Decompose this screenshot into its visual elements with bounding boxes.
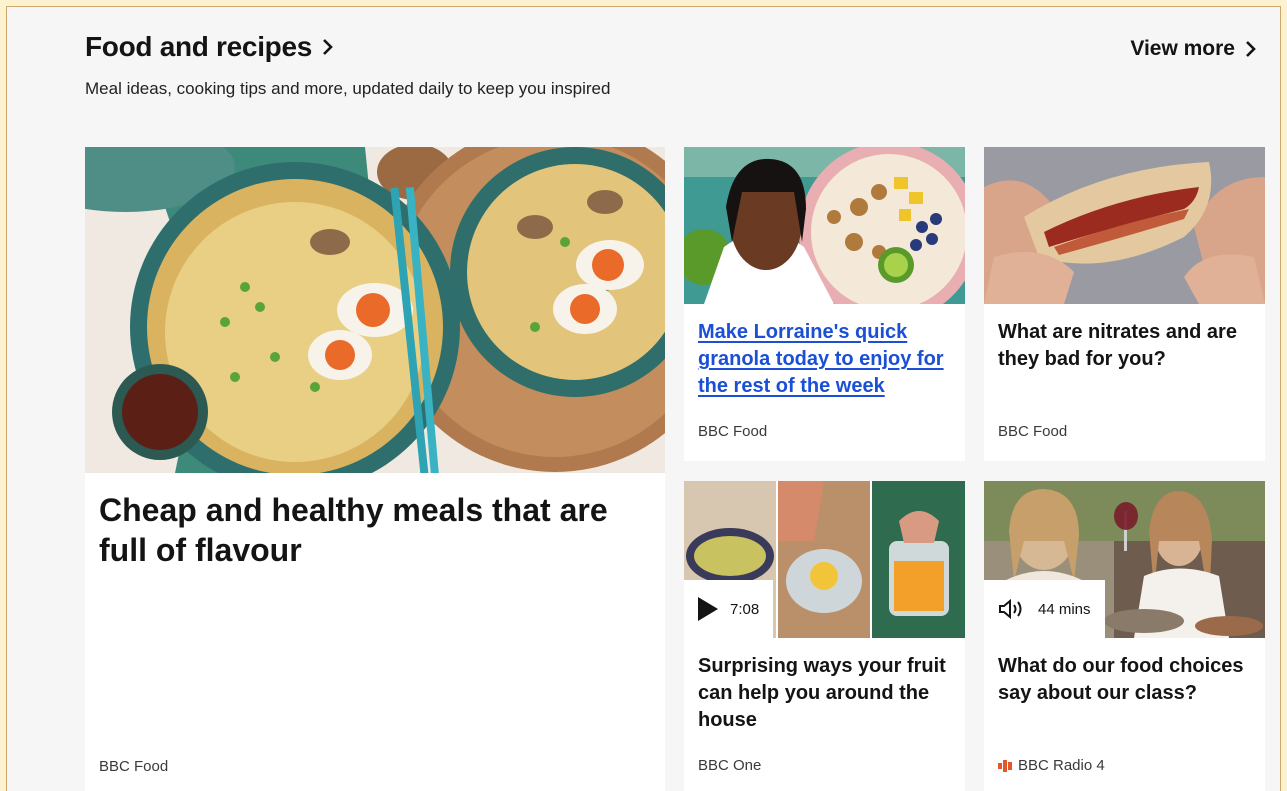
card-source: BBC Food: [99, 758, 168, 775]
bacon-sandwich-image: [984, 147, 1265, 304]
video-duration: 7:08: [730, 600, 760, 618]
card-source: BBC One: [698, 757, 761, 774]
play-icon: [698, 597, 718, 621]
section-subtitle: Meal ideas, cooking tips and more, updat…: [85, 79, 611, 98]
card-headline[interactable]: Make Lorraine's quick granola today to e…: [698, 319, 949, 400]
view-more-label: View more: [1130, 37, 1235, 60]
audio-duration-badge: 44 mins: [984, 580, 1105, 638]
card-source: BBC Food: [998, 423, 1067, 440]
view-more-link[interactable]: View more: [1130, 37, 1257, 61]
card-headline: Surprising ways your fruit can help you …: [698, 655, 946, 731]
audio-duration: 44 mins: [1038, 600, 1091, 618]
source-label: BBC Food: [698, 423, 768, 440]
chevron-right-icon: [1246, 41, 1256, 57]
fruit-household-image: 7:08: [684, 481, 965, 638]
card-headline: Cheap and healthy meals that are full of…: [99, 492, 608, 568]
card-headline: What are nitrates and are they bad for y…: [998, 321, 1237, 370]
promo-card-class[interactable]: 44 mins What do our food choices say abo…: [984, 481, 1265, 791]
section-title-link[interactable]: Food and recipes: [85, 31, 334, 63]
promo-card-granola[interactable]: Make Lorraine's quick granola today to e…: [684, 147, 965, 461]
card-source: BBC Radio 4: [998, 757, 1105, 774]
promo-card-main[interactable]: Cheap and healthy meals that are full of…: [85, 147, 665, 791]
ramen-image: [85, 147, 665, 473]
promo-card-fruit[interactable]: 7:08 Surprising ways your fruit can help…: [684, 481, 965, 791]
chevron-right-icon: [323, 39, 333, 55]
source-label: BBC Food: [998, 423, 1068, 440]
video-duration-badge: 7:08: [684, 580, 774, 638]
source-label: BBC One: [698, 757, 762, 774]
bbc-radio-4-icon: [998, 759, 1012, 772]
speaker-icon: [999, 598, 1022, 620]
source-label: BBC Radio 4: [1018, 757, 1105, 774]
restaurant-image: 44 mins: [984, 481, 1265, 638]
source-label: BBC Food: [99, 758, 169, 775]
promo-card-nitrates[interactable]: What are nitrates and are they bad for y…: [984, 147, 1265, 461]
granola-image: [684, 147, 965, 304]
card-source: BBC Food: [698, 423, 767, 440]
card-headline: What do our food choices say about our c…: [998, 655, 1244, 704]
section-title: Food and recipes: [85, 31, 313, 62]
